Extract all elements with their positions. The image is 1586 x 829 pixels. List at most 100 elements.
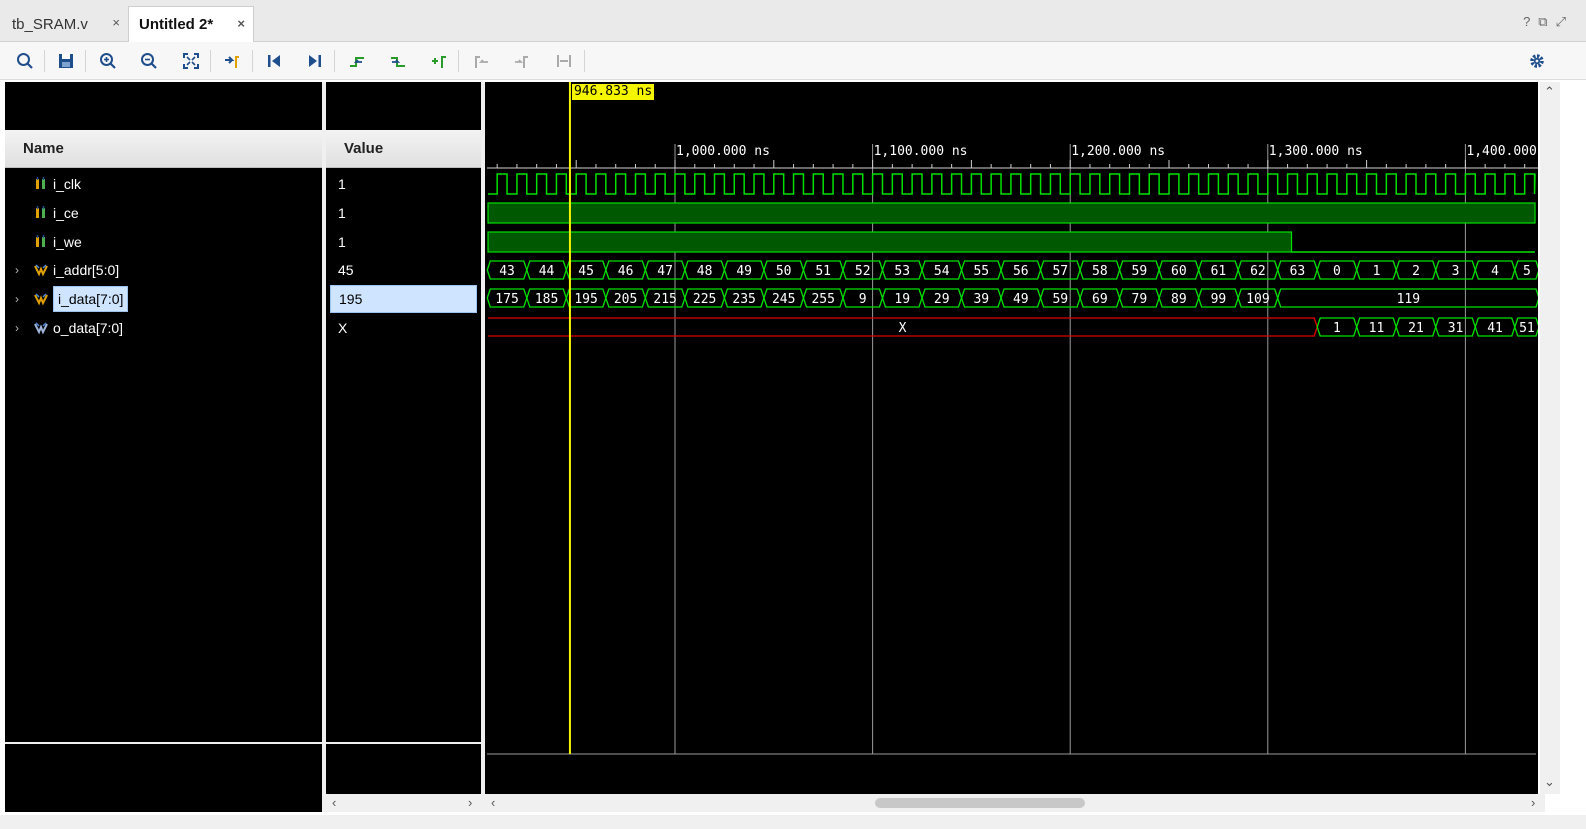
- data-value-label: 89: [1171, 292, 1187, 307]
- scrollbar-thumb[interactable]: [875, 798, 1085, 808]
- scroll-up-icon[interactable]: ⌃: [1544, 84, 1555, 100]
- settings-icon[interactable]: [1524, 49, 1550, 73]
- signal-value[interactable]: 45: [330, 256, 477, 284]
- go-to-last-time-icon[interactable]: [302, 49, 328, 73]
- zoom-fit-icon[interactable]: [178, 49, 204, 73]
- signal-row-i-clk[interactable]: i_clk: [5, 170, 81, 198]
- swap-cursors-icon[interactable]: [551, 49, 577, 73]
- data-value-label: 175: [495, 292, 518, 307]
- scroll-right-icon[interactable]: ›: [1531, 795, 1535, 810]
- data-value-label: 245: [772, 292, 795, 307]
- close-icon[interactable]: ×: [237, 16, 245, 31]
- data-value-label: 215: [653, 292, 676, 307]
- addr-value-label: 56: [1013, 264, 1029, 279]
- vertical-scrollbar[interactable]: ⌃ ⌄: [1540, 82, 1560, 794]
- scroll-left-icon[interactable]: ‹: [332, 795, 336, 810]
- addr-value-label: 0: [1333, 264, 1341, 279]
- addr-value-label: 52: [855, 264, 871, 279]
- tab-tb-sram[interactable]: tb_SRAM.v ×: [2, 6, 128, 42]
- name-column-header[interactable]: Name: [5, 130, 322, 168]
- signal-row-i-addr-5-0[interactable]: › i_addr[5:0]: [5, 256, 119, 284]
- data-value-label: 49: [1013, 292, 1029, 307]
- signal-value[interactable]: 195: [330, 285, 477, 314]
- zoom-out-icon[interactable]: [136, 49, 162, 73]
- restore-icon[interactable]: ⧉: [1538, 14, 1547, 30]
- addr-value-label: 63: [1290, 264, 1306, 279]
- close-icon[interactable]: ×: [112, 15, 120, 30]
- previous-marker-icon[interactable]: [468, 49, 494, 73]
- go-to-time-0-icon[interactable]: [261, 49, 287, 73]
- signal-row-i-ce[interactable]: i_ce: [5, 199, 79, 227]
- expand-chevron-icon[interactable]: ›: [15, 321, 27, 335]
- maximize-icon[interactable]: ⤢: [1556, 14, 1566, 30]
- expand-chevron-icon[interactable]: ›: [15, 292, 27, 306]
- addr-value-label: 2: [1412, 264, 1420, 279]
- search-icon[interactable]: [12, 49, 38, 73]
- value-column-panel: Value 1 1 1 45 195 X: [326, 82, 481, 812]
- data-value-label: 79: [1132, 292, 1148, 307]
- signal-value[interactable]: X: [330, 314, 477, 342]
- signal-value[interactable]: 1: [330, 170, 477, 198]
- scroll-left-icon[interactable]: ‹: [491, 795, 495, 810]
- value-horizontal-scrollbar[interactable]: ‹ ›: [326, 794, 481, 812]
- data-value-label: 225: [693, 292, 716, 307]
- bus-signal-icon: [34, 322, 48, 335]
- odata-value-label: 31: [1448, 321, 1464, 336]
- addr-value-label: 54: [934, 264, 950, 279]
- tab-untitled-2[interactable]: Untitled 2* ×: [128, 6, 254, 42]
- clk-waveform: [488, 173, 1536, 195]
- expand-chevron-icon[interactable]: ›: [15, 263, 27, 277]
- data-value-label: 235: [732, 292, 755, 307]
- signal-row-i-data-7-0[interactable]: › i_data[7:0]: [5, 285, 129, 313]
- data-value-label: 29: [934, 292, 950, 307]
- waveform-canvas[interactable]: 1,000.000 ns 1,100.000 ns 1,200.000 ns 1,30…: [485, 82, 1538, 794]
- next-marker-icon[interactable]: [509, 49, 535, 73]
- addr-value-label: 3: [1452, 264, 1460, 279]
- value-column-header[interactable]: Value: [326, 130, 481, 168]
- scroll-right-icon[interactable]: ›: [468, 795, 472, 810]
- addr-value-label: 58: [1092, 264, 1108, 279]
- help-icon[interactable]: ?: [1523, 14, 1530, 30]
- signal-name: o_data[7:0]: [53, 320, 124, 336]
- add-marker-icon[interactable]: [426, 49, 452, 73]
- previous-transition-icon[interactable]: [344, 49, 370, 73]
- data-value-label: 109: [1246, 292, 1269, 307]
- addr-value-label: 45: [578, 264, 594, 279]
- save-icon[interactable]: [53, 49, 79, 73]
- data-value-label: 39: [973, 292, 989, 307]
- addr-value-label: 62: [1250, 264, 1266, 279]
- addr-value-label: 57: [1052, 264, 1068, 279]
- scroll-down-icon[interactable]: ⌄: [1544, 774, 1555, 790]
- odata-value-label: 21: [1408, 321, 1424, 336]
- time-axis-label: 1,200.000 ns: [1071, 144, 1165, 159]
- bit-signal-icon: [36, 205, 45, 218]
- zoom-in-icon[interactable]: [95, 49, 121, 73]
- addr-value-label: 49: [736, 264, 752, 279]
- next-transition-icon[interactable]: [385, 49, 411, 73]
- addr-value-label: 51: [815, 264, 831, 279]
- odata-value-label: X: [899, 321, 907, 336]
- addr-value-label: 5: [1523, 264, 1531, 279]
- odata-value-label: 11: [1369, 321, 1385, 336]
- signal-value[interactable]: 1: [330, 199, 477, 227]
- odata-value-label: 51: [1519, 321, 1535, 336]
- toolbar: [0, 42, 1586, 80]
- addr-value-label: 46: [618, 264, 634, 279]
- addr-value-label: 44: [539, 264, 555, 279]
- data-value-label: 69: [1092, 292, 1108, 307]
- addr-value-label: 50: [776, 264, 792, 279]
- waveform-horizontal-scrollbar[interactable]: ‹ ›: [485, 794, 1545, 812]
- signal-row-i-we[interactable]: i_we: [5, 228, 82, 256]
- addr-value-label: 53: [894, 264, 910, 279]
- addr-value-label: 60: [1171, 264, 1187, 279]
- waveform-panel[interactable]: 1,000.000 ns 1,100.000 ns 1,200.000 ns 1,30…: [485, 82, 1538, 794]
- data-value-label: 255: [811, 292, 834, 307]
- go-to-cursor-icon[interactable]: [219, 49, 245, 73]
- signal-value[interactable]: 1: [330, 228, 477, 256]
- time-axis-label: 1,300.000 ns: [1269, 144, 1363, 159]
- signal-row-o-data-7-0[interactable]: › o_data[7:0]: [5, 314, 123, 342]
- time-axis-label: 1,400.000: [1466, 144, 1536, 159]
- signal-name: i_we: [53, 233, 82, 250]
- addr-value-label: 1: [1373, 264, 1381, 279]
- data-value-label: 99: [1211, 292, 1227, 307]
